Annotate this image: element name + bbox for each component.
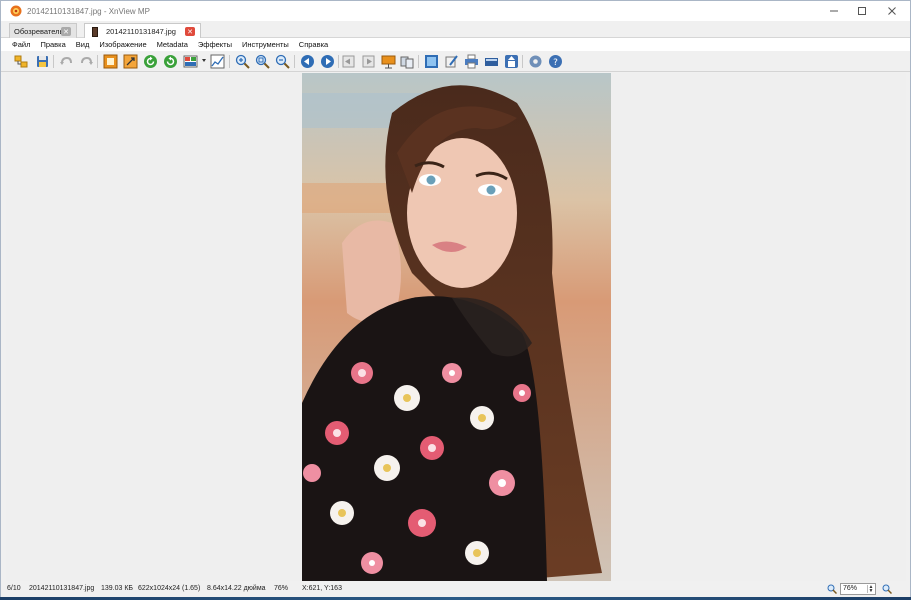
scanner-button[interactable] bbox=[483, 53, 500, 70]
toolbar: ? bbox=[1, 51, 910, 72]
adjust-icon bbox=[183, 55, 198, 68]
print-icon bbox=[465, 54, 478, 69]
next-button[interactable] bbox=[319, 53, 336, 70]
edit-icon bbox=[445, 55, 458, 68]
status-zoom: 76% bbox=[274, 585, 289, 592]
maximize-icon bbox=[858, 7, 866, 15]
tab-close-icon[interactable]: ✕ bbox=[61, 27, 71, 36]
zoom-spinner[interactable]: ▲ ▼ bbox=[867, 585, 874, 594]
first-button[interactable] bbox=[340, 53, 357, 70]
redo-button[interactable] bbox=[78, 53, 95, 70]
status-filesize: 139.03 КБ bbox=[101, 585, 134, 592]
slideshow-button[interactable] bbox=[380, 53, 397, 70]
maximize-button[interactable] bbox=[847, 1, 877, 21]
export-button[interactable] bbox=[503, 53, 520, 70]
fullscreen-icon bbox=[425, 55, 438, 68]
previous-icon bbox=[301, 55, 314, 68]
zoom-value: 76% bbox=[843, 585, 858, 592]
undo-button[interactable] bbox=[58, 53, 75, 70]
undo-icon bbox=[60, 56, 72, 65]
photo-image bbox=[302, 73, 611, 581]
export-icon bbox=[505, 55, 518, 68]
image-file-icon bbox=[92, 26, 98, 37]
save-button[interactable] bbox=[34, 53, 51, 70]
status-index: 6/10 bbox=[7, 585, 21, 592]
displayed-photo[interactable] bbox=[302, 73, 611, 581]
fullscreen-button[interactable] bbox=[423, 53, 440, 70]
tab-browser-label: Обозреватель bbox=[14, 26, 64, 36]
tab-image-label: 20142110131847.jpg bbox=[106, 27, 176, 36]
rotate-right-button[interactable] bbox=[162, 53, 179, 70]
menu-file[interactable]: Файл bbox=[7, 40, 35, 49]
close-button[interactable] bbox=[877, 1, 907, 21]
next-icon bbox=[321, 55, 334, 68]
browser-button[interactable] bbox=[13, 53, 30, 70]
status-bar: 6/10 20142110131847.jpg 139.03 КБ 622x10… bbox=[1, 581, 910, 597]
tab-bar: Обозреватель ✕ 20142110131847.jpg ✕ bbox=[1, 21, 910, 39]
zoom-fit-icon bbox=[255, 54, 270, 69]
settings-button[interactable] bbox=[527, 53, 544, 70]
image-viewer[interactable] bbox=[6, 73, 906, 581]
app-window: 20142110131847.jpg - XnView MP Обозреват… bbox=[0, 0, 911, 597]
zoom-out-icon bbox=[275, 54, 290, 69]
previous-button[interactable] bbox=[299, 53, 316, 70]
menu-tools[interactable]: Инструменты bbox=[237, 40, 294, 49]
status-dimensions: 622x1024x24 (1.65) bbox=[138, 585, 201, 592]
rotate-left-button[interactable] bbox=[142, 53, 159, 70]
menu-effects[interactable]: Эффекты bbox=[193, 40, 237, 49]
rotate-left-icon bbox=[144, 55, 157, 68]
minimize-button[interactable] bbox=[819, 1, 849, 21]
resize-icon bbox=[123, 54, 138, 69]
menu-view[interactable]: Вид bbox=[71, 40, 95, 49]
compare-button[interactable] bbox=[399, 53, 416, 70]
gear-icon bbox=[529, 55, 542, 68]
adjust-button[interactable] bbox=[182, 53, 199, 70]
chevron-down-icon[interactable] bbox=[202, 59, 206, 62]
crop-button[interactable] bbox=[102, 53, 119, 70]
last-icon bbox=[362, 55, 375, 68]
title-bar: 20142110131847.jpg - XnView MP bbox=[1, 1, 910, 21]
crop-icon bbox=[103, 54, 118, 69]
menu-image[interactable]: Изображение bbox=[94, 40, 151, 49]
levels-button[interactable] bbox=[209, 53, 226, 70]
rotate-right-icon bbox=[164, 55, 177, 68]
print-button[interactable] bbox=[463, 53, 480, 70]
compare-icon bbox=[400, 56, 414, 69]
zoom-select[interactable]: 76% ▲ ▼ bbox=[840, 583, 876, 595]
tab-browser[interactable]: Обозреватель ✕ bbox=[9, 23, 77, 38]
last-button[interactable] bbox=[360, 53, 377, 70]
scanner-icon bbox=[485, 58, 498, 66]
menu-edit[interactable]: Правка bbox=[35, 40, 70, 49]
status-print-size: 8.64x14.22 дюйма bbox=[207, 585, 266, 592]
minimize-icon bbox=[830, 10, 838, 12]
status-filename: 20142110131847.jpg bbox=[29, 585, 95, 592]
first-icon bbox=[342, 55, 355, 68]
status-cursor-position: X:621, Y:163 bbox=[302, 585, 342, 592]
levels-icon bbox=[210, 54, 225, 69]
save-icon bbox=[37, 56, 48, 67]
browser-icon bbox=[14, 55, 28, 68]
zoom-in-button[interactable] bbox=[234, 53, 251, 70]
help-button[interactable]: ? bbox=[547, 53, 564, 70]
redo-icon bbox=[81, 56, 93, 65]
zoom-out-button[interactable] bbox=[274, 53, 291, 70]
edit-button[interactable] bbox=[443, 53, 460, 70]
menu-help[interactable]: Справка bbox=[294, 40, 333, 49]
close-icon bbox=[888, 7, 896, 15]
zoom-out-icon[interactable] bbox=[882, 584, 892, 594]
menu-metadata[interactable]: Metadata bbox=[152, 40, 193, 49]
xnview-logo-icon bbox=[10, 5, 22, 17]
tab-image[interactable]: 20142110131847.jpg ✕ bbox=[84, 23, 201, 39]
resize-button[interactable] bbox=[122, 53, 139, 70]
slideshow-icon bbox=[381, 55, 396, 69]
window-title: 20142110131847.jpg - XnView MP bbox=[27, 6, 150, 16]
zoom-fit-button[interactable] bbox=[254, 53, 271, 70]
menu-bar: Файл Правка Вид Изображение Metadata Эфф… bbox=[1, 38, 910, 51]
zoom-in-icon[interactable] bbox=[827, 584, 837, 594]
help-icon: ? bbox=[549, 55, 562, 68]
zoom-in-icon bbox=[235, 54, 250, 69]
svg-text:?: ? bbox=[553, 58, 558, 68]
tab-close-icon[interactable]: ✕ bbox=[185, 27, 195, 36]
